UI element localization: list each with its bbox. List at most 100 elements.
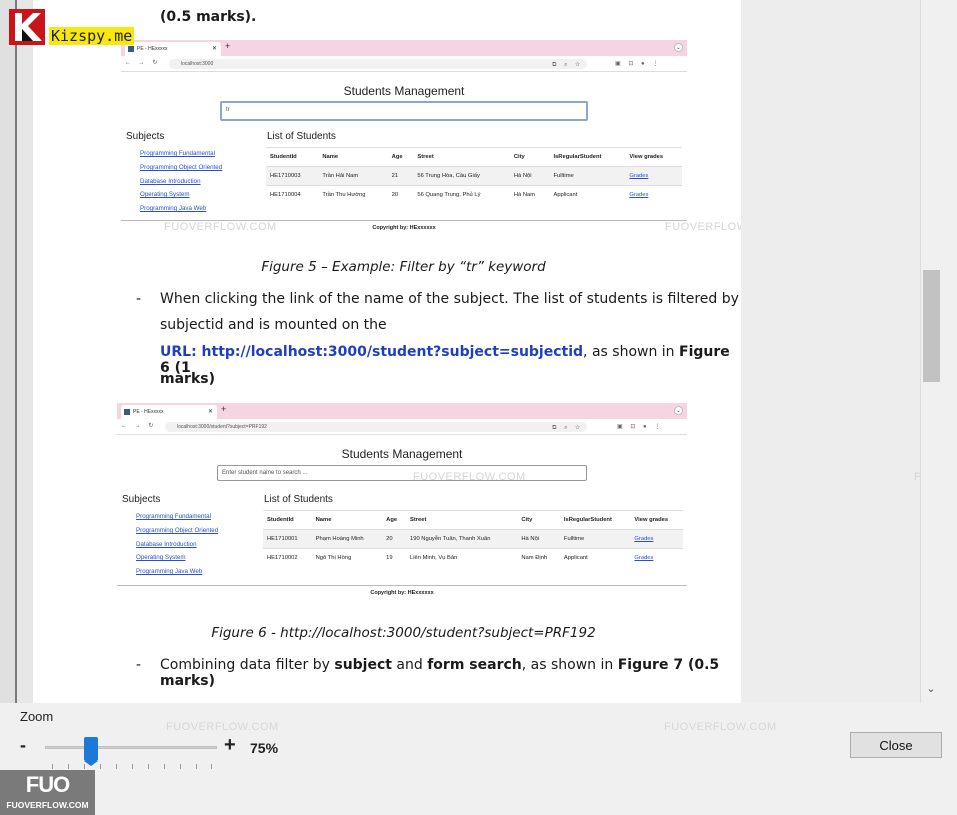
subject-link: Programming Java Web	[136, 568, 203, 575]
right-gutter: FUOVE	[741, 0, 941, 703]
col-header: StudentId	[263, 510, 312, 530]
watermark: FUOVERFLOW.COM	[164, 221, 277, 233]
cell: Grades	[630, 548, 683, 568]
zoom-label: Zoom	[20, 709, 54, 724]
subject-link: Operating System	[136, 554, 186, 561]
browser-tab: PE - HExxxxx ✕	[121, 405, 217, 419]
watermark: FUOVERFLOW.COM	[413, 471, 526, 483]
figure5-screenshot: PE - HExxxxx ✕ + ⌄ ← → ↻ localhost:3000 …	[121, 40, 687, 236]
students-table: StudentId Name Age Street City IsRegular…	[266, 147, 682, 205]
col-header: IsRegularStudent	[559, 510, 631, 530]
new-tab-icon: +	[221, 404, 227, 414]
tab-title: PE - HExxxxx	[133, 409, 164, 415]
fuo-logo-mark: FUO	[25, 772, 70, 797]
cell: HE1710003	[266, 166, 319, 186]
table-row: HE1710003 Trần Hải Nam 21 56 Trung Hòa, …	[266, 166, 682, 186]
browser-tab: PE - HExxxxx ✕	[125, 42, 221, 56]
browser-tabbar: PE - HExxxxx ✕ + ⌄	[117, 403, 687, 419]
slider-tick	[164, 764, 165, 769]
search-input: Enter student name to search ...	[217, 465, 587, 481]
app-title: Students Management	[343, 84, 465, 98]
slider-tick	[211, 764, 212, 769]
zoom-in-button[interactable]: +	[224, 734, 236, 757]
address-text: localhost:3000/student?subject=PRF192	[177, 424, 267, 430]
omnibox-icons: ⧉ ⌕ ☆	[552, 62, 583, 68]
cell: 56 Trung Hòa, Cầu Giấy	[413, 166, 510, 186]
scroll-down-icon[interactable]: ⌄	[924, 682, 938, 696]
cell: 20	[387, 185, 414, 205]
table-row: HE1710002 Ngô Thị Hồng 19 Liên Minh, Vụ …	[263, 548, 683, 568]
close-button[interactable]: Close	[850, 732, 942, 758]
bullet1-line2: subjectid and is mounted on the	[160, 317, 387, 333]
bullet1-line3: URL: http://localhost:3000/student?subje…	[160, 344, 741, 376]
cell: Trần Hải Nam	[318, 166, 388, 186]
document-viewer: (0.5 marks). PE - HExxxxx ✕ + ⌄ ← → ↻ lo…	[0, 0, 941, 703]
grades-link: Grades	[634, 536, 654, 542]
col-header: Age	[387, 147, 414, 167]
cell: Hà Nội	[509, 166, 550, 186]
scroll-thumb[interactable]	[923, 270, 940, 382]
slider-tick	[132, 764, 133, 769]
cell: Phạm Hoàng Minh	[311, 529, 383, 549]
cell: Grades	[630, 529, 683, 549]
grades-link: Grades	[634, 555, 654, 562]
nav-icons: ← → ↻	[125, 60, 161, 66]
kizspy-logo-icon	[9, 9, 45, 45]
grades-link: Grades	[629, 192, 649, 199]
col-header: Age	[382, 510, 406, 530]
slider-tick	[52, 764, 53, 769]
slider-tick	[196, 764, 197, 769]
toolbar-icons: ▣ ⊡ ● ⋮	[615, 61, 662, 67]
search-input: tr	[220, 101, 588, 121]
chevron-down-icon: ⌄	[674, 43, 683, 52]
table-header-row: StudentId Name Age Street City IsRegular…	[266, 147, 682, 167]
bullet1-line4: marks)	[160, 371, 215, 387]
vertical-scrollbar[interactable]: ⌄	[920, 0, 941, 703]
cell: HE1710004	[266, 185, 319, 205]
col-header: Street	[406, 510, 518, 530]
divider	[117, 585, 687, 586]
cell: Grades	[625, 185, 682, 205]
subjects-heading: Subjects	[122, 494, 161, 505]
subject-link: Programming Fundamental	[140, 150, 215, 157]
close-tab-icon: ✕	[207, 409, 213, 415]
col-header: City	[517, 510, 560, 530]
kizspy-logo-text: Kizspy.me	[49, 27, 135, 45]
top-text: (0.5 marks).	[160, 9, 257, 25]
slider-tick	[68, 764, 69, 769]
slider-tick	[148, 764, 149, 769]
grades-link: Grades	[629, 173, 649, 179]
zoom-out-button[interactable]: -	[20, 735, 26, 756]
close-tab-icon: ✕	[211, 46, 217, 52]
app-title: Students Management	[341, 447, 463, 461]
cell: Applicant	[549, 185, 626, 205]
figure6-screenshot: PE - HExxxxx ✕ + ⌄ ← → ↻ localhost:3000/…	[117, 403, 687, 602]
fuo-logo: FUO FUOVERFLOW.COM	[0, 770, 95, 815]
browser-tabbar: PE - HExxxxx ✕ + ⌄	[121, 40, 687, 56]
left-border	[0, 0, 17, 703]
table-header-row: StudentId Name Age Street City IsRegular…	[263, 510, 683, 530]
subject-link: Operating System	[140, 191, 190, 198]
nav-icons: ← → ↻	[121, 423, 157, 429]
zoom-slider-thumb[interactable]	[84, 737, 99, 766]
browser-urlbar: ← → ↻ localhost:3000/student?subject=PRF…	[117, 419, 687, 435]
slider-tick	[116, 764, 117, 769]
copyright: Copyright by: HExxxxxx	[370, 590, 434, 596]
zoom-value: 75%	[250, 740, 279, 756]
bullet2-bold-subject: subject	[334, 657, 392, 673]
col-header: Name	[311, 510, 383, 530]
browser-urlbar: ← → ↻ localhost:3000 ⧉ ⌕ ☆ ▣ ⊡ ● ⋮	[121, 56, 687, 72]
address-bar: localhost:3000/student?subject=PRF192 ⧉ …	[165, 422, 587, 432]
favicon-icon	[128, 46, 134, 52]
cell: Fulltime	[549, 166, 626, 186]
list-heading: List of Students	[264, 494, 333, 505]
watermark: FUOVERFLOW.COM	[664, 721, 777, 733]
zoom-slider-track[interactable]	[45, 746, 217, 749]
col-header: View grades	[630, 510, 683, 530]
cell: 19	[382, 548, 406, 568]
subject-link: Programming Object Oriented	[140, 164, 223, 171]
kizspy-k-icon	[15, 13, 42, 41]
slider-tick	[100, 764, 101, 769]
cell: Fulltime	[559, 529, 631, 549]
col-header: IsRegularStudent	[549, 147, 626, 167]
